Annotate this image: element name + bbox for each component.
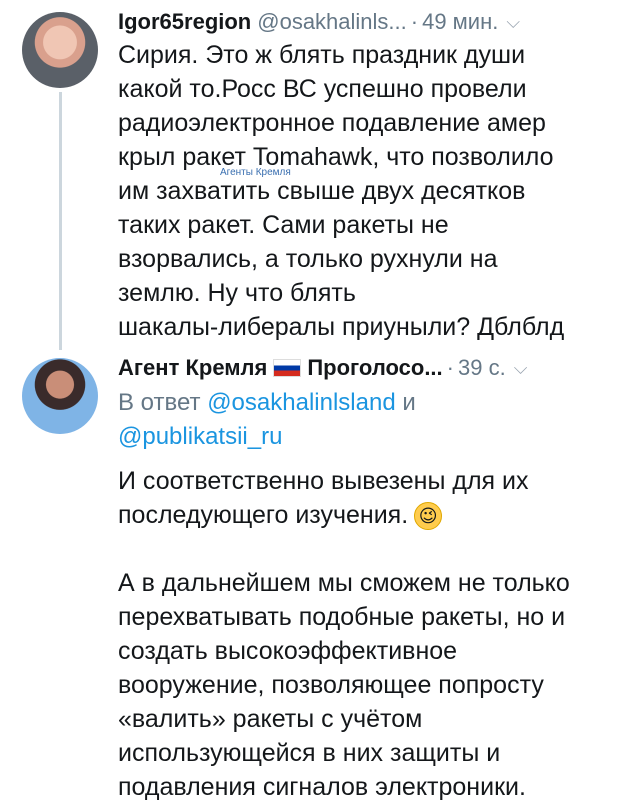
tweet-header: Igor65region @osakhalinls... · 49 мин. ⌵ <box>118 6 606 38</box>
text-line: таких ракет. Сами ракеты не <box>118 211 449 239</box>
text-line: Сирия. Это ж блять праздник души <box>118 41 526 69</box>
user-avatar[interactable] <box>22 358 98 434</box>
text-line: им захватить свыше двух десятков <box>118 177 526 205</box>
text-line: крыл ракет Tomahawk, что позволило <box>118 143 554 171</box>
text-line: землю. Ну что блять <box>118 279 356 307</box>
tweet-body: Igor65region @osakhalinls... · 49 мин. ⌵… <box>118 6 606 344</box>
timestamp[interactable]: 39 с. <box>458 355 506 381</box>
text-line: взорвались, а только рухнули на <box>118 245 498 273</box>
separator-dot: · <box>410 9 419 34</box>
winking-face-icon: 😉 <box>414 502 443 531</box>
text-line-with-emoji: последующего изучения. 😉 <box>118 498 606 532</box>
text-line: последующего изучения. <box>118 501 409 529</box>
thread-line <box>59 92 62 350</box>
user-avatar[interactable] <box>22 12 98 88</box>
user-handle[interactable]: @osakhalinls... <box>257 9 407 35</box>
text-line: использующейся в них защиты и <box>118 739 501 767</box>
reply-and: и <box>402 389 416 416</box>
separator-dot: · <box>446 355 454 380</box>
display-name[interactable]: Агент Кремля <box>118 355 267 381</box>
tweet-header: Агент Кремля Проголосо... · 39 с. ⌵ <box>118 352 606 384</box>
text-line: создать высокоэффективное <box>118 637 458 665</box>
text-line: перехватывать подобные ракеты, но и <box>118 603 566 631</box>
text-line: шакалы-либералы приуныли? Дблблд <box>118 313 565 341</box>
tweet-text: И соответственно вывезены для их последу… <box>118 464 606 804</box>
display-name-suffix[interactable]: Проголосо... <box>307 355 442 381</box>
text-line: какой то.Росс ВС успешно провели <box>118 75 527 103</box>
reply-prefix: В ответ <box>118 389 201 416</box>
text-line: вооружение, позволяющее попросту <box>118 671 544 699</box>
reply-mention-link[interactable]: @publikatsii_ru <box>118 423 282 450</box>
timestamp[interactable]: 49 мин. <box>422 9 498 35</box>
chevron-down-icon[interactable]: ⌵ <box>514 358 528 379</box>
russia-flag-icon <box>273 359 302 377</box>
text-line: «валить» ракеты с учётом <box>118 705 423 733</box>
text-line: И соответственно вывезены для их <box>118 467 529 495</box>
reply-mention-link[interactable]: @osakhalinlsland <box>207 389 395 416</box>
text-line: радиоэлектронное подавление амер <box>118 109 546 137</box>
display-name[interactable]: Igor65region <box>118 9 251 35</box>
text-line: А в дальнейшем мы сможем не только <box>118 569 570 597</box>
watermark-text: Агенты Кремля <box>220 167 291 178</box>
tweet-text: Сирия. Это ж блять праздник души какой т… <box>118 38 606 344</box>
text-line: подавления сигналов электроники. <box>118 773 526 801</box>
tweet-body: Агент Кремля Проголосо... · 39 с. ⌵ В от… <box>118 352 606 804</box>
reply-context: В ответ @osakhalinlsland и @publikatsii_… <box>118 386 606 454</box>
chevron-down-icon[interactable]: ⌵ <box>506 12 520 33</box>
